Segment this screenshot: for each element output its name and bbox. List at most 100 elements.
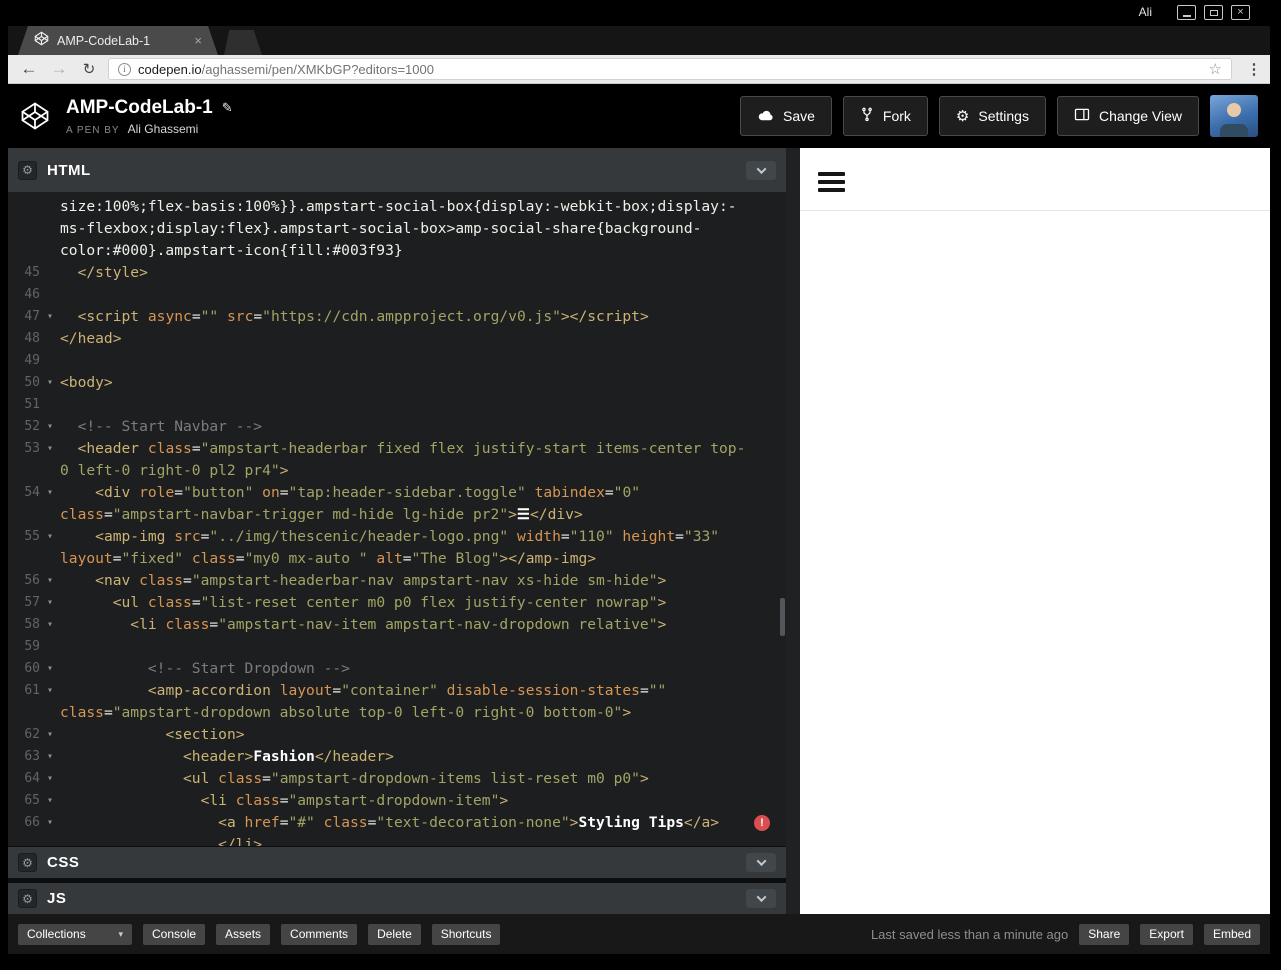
fold-arrow-icon[interactable]: ▾ (40, 658, 60, 680)
code-token: = (183, 572, 192, 589)
code-line[interactable]: 60 ▾ <!-- Start Dropdown --> (8, 658, 786, 680)
window-maximize-button[interactable] (1204, 5, 1223, 20)
fold-arrow-icon[interactable]: ▾ (40, 812, 60, 834)
fold-arrow-icon[interactable]: ▾ (40, 438, 60, 460)
fold-arrow-icon[interactable]: ▾ (40, 372, 60, 394)
error-icon[interactable]: ! (754, 815, 770, 831)
console-button[interactable]: Console (143, 923, 206, 945)
code-line[interactable]: layout="fixed" class="my0 mx-auto " alt=… (8, 548, 786, 570)
preview-hamburger-icon[interactable] (818, 172, 845, 192)
code-line[interactable]: ms-flexbox;display:flex}.ampstart-social… (8, 218, 786, 240)
change-view-button[interactable]: Change View (1056, 96, 1199, 136)
share-button[interactable]: Share (1079, 923, 1130, 945)
code-line[interactable]: 63 ▾ <header>Fashion</header> (8, 746, 786, 768)
code-line[interactable]: 48 </head> (8, 328, 786, 350)
code-line[interactable]: 64 ▾ <ul class="ampstart-dropdown-items l… (8, 768, 786, 790)
fold-arrow-icon[interactable]: ▾ (40, 416, 60, 438)
new-tab-button[interactable] (224, 30, 262, 55)
embed-button[interactable]: Embed (1203, 923, 1260, 945)
comments-button[interactable]: Comments (281, 923, 358, 945)
author-link[interactable]: Ali Ghassemi (128, 122, 199, 136)
panel-resizer[interactable] (786, 148, 800, 914)
code-token: class (218, 770, 263, 787)
fold-arrow-icon[interactable]: ▾ (40, 768, 60, 790)
js-settings-gear-icon[interactable]: ⚙ (18, 889, 37, 908)
forward-icon[interactable]: → (44, 59, 74, 79)
code-line[interactable]: 45 </style> (8, 262, 786, 284)
code-token: color:#000}.ampstart-icon{fill:#003f93} (60, 242, 403, 259)
fold-arrow-icon[interactable]: ▾ (40, 526, 60, 548)
code-line[interactable]: class="ampstart-dropdown absolute top-0 … (8, 702, 786, 724)
code-line[interactable]: 55 ▾ <amp-img src = "../img/thescenic/heade… (8, 526, 786, 548)
fold-arrow-icon[interactable]: ▾ (40, 614, 60, 636)
code-line[interactable]: color:#000}.ampstart-icon{fill:#003f93} (8, 240, 786, 262)
save-button[interactable]: Save (740, 96, 832, 136)
css-collapse-chevron-icon[interactable] (746, 853, 776, 872)
code-line[interactable]: size:100%;flex-basis:100%}}.ampstart-soc… (8, 196, 786, 218)
code-line[interactable]: 58 ▾ <li class="ampstart-nav-item ampstar… (8, 614, 786, 636)
code-line[interactable]: class="ampstart-navbar-trigger md-hide l… (8, 504, 786, 526)
code-line[interactable]: 61 ▾ <amp-accordion layout="container" di… (8, 680, 786, 702)
fold-arrow-icon[interactable]: ▾ (40, 592, 60, 614)
window-close-button[interactable]: × (1231, 5, 1250, 20)
reload-icon[interactable]: ↻ (74, 60, 104, 78)
back-icon[interactable]: ← (14, 59, 44, 79)
info-icon[interactable]: i (118, 62, 131, 76)
html-panel-header[interactable]: ⚙ HTML (8, 148, 786, 192)
fold-arrow-icon[interactable]: ▾ (40, 482, 60, 504)
fold-arrow-icon[interactable]: ▾ (40, 680, 60, 702)
window-minimize-button[interactable] (1177, 5, 1196, 20)
html-settings-gear-icon[interactable]: ⚙ (18, 160, 37, 180)
user-avatar[interactable] (1210, 95, 1258, 137)
css-settings-gear-icon[interactable]: ⚙ (18, 853, 37, 872)
code-line[interactable]: 66 ▾ <a href="#" class="text-decoration-n… (8, 812, 786, 834)
fold-arrow-icon[interactable]: ▾ (40, 570, 60, 592)
assets-button[interactable]: Assets (216, 923, 271, 945)
delete-label: Delete (377, 927, 412, 941)
code-line[interactable]: 52 ▾ <!-- Start Navbar --> (8, 416, 786, 438)
address-bar[interactable]: i codepen.io/aghassemi/pen/XMKbGP?editor… (108, 58, 1232, 80)
tab-close-icon[interactable]: × (194, 33, 202, 48)
browser-tab[interactable]: AMP-CodeLab-1 × (18, 26, 218, 55)
code-line[interactable]: 57 ▾ <ul class="list-reset center m0 p0 f… (8, 592, 786, 614)
js-panel-header[interactable]: ⚙ JS (8, 882, 786, 914)
code-line[interactable]: 56 ▾ <nav class="ampstart-headerbar-nav a… (8, 570, 786, 592)
bookmark-star-icon[interactable]: ☆ (1209, 60, 1222, 78)
code-line[interactable]: 59 (8, 636, 786, 658)
fork-button[interactable]: Fork (842, 96, 928, 136)
line-number: 66 (24, 815, 40, 830)
js-collapse-chevron-icon[interactable] (746, 889, 776, 908)
code-line[interactable]: 46 (8, 284, 786, 306)
code-line[interactable]: </li> (8, 834, 786, 846)
fold-arrow-icon[interactable]: ▾ (40, 306, 60, 328)
editor-scrollbar-thumb[interactable] (780, 598, 785, 636)
settings-button[interactable]: ⚙ Settings (938, 96, 1046, 136)
code-line[interactable]: 47 ▾ <script async="" src="https://cdn.am… (8, 306, 786, 328)
code-line[interactable]: 65 ▾ <li class="ampstart-dropdown-item"> (8, 790, 786, 812)
fold-arrow-icon[interactable]: ▾ (40, 746, 60, 768)
code-line[interactable]: 49 (8, 350, 786, 372)
fold-arrow-icon[interactable]: ▾ (40, 790, 60, 812)
code-line[interactable]: 50 ▾ <body> (8, 372, 786, 394)
css-panel-header[interactable]: ⚙ CSS (8, 846, 786, 878)
fold-arrow-icon[interactable]: ▾ (40, 724, 60, 746)
collections-dropdown[interactable]: Collections ▾ (18, 923, 132, 945)
code-line[interactable]: 62 ▾ <section> (8, 724, 786, 746)
browser-menu-icon[interactable]: ⋮ (1244, 60, 1264, 78)
shortcuts-button[interactable]: Shortcuts (431, 923, 501, 945)
html-collapse-chevron-icon[interactable] (746, 160, 776, 180)
code-line[interactable]: 54 ▾ <div role="button" on="tap:header-si… (8, 482, 786, 504)
html-code-editor[interactable]: size:100%;flex-basis:100%}}.ampstart-soc… (8, 192, 786, 846)
delete-button[interactable]: Delete (368, 923, 421, 945)
code-line[interactable]: 0 left-0 right-0 pl2 pr4"> (8, 460, 786, 482)
code-token: class (60, 704, 104, 721)
code-line[interactable]: 53 ▾ <header class="ampstart-headerbar fi… (8, 438, 786, 460)
preview-pane (800, 148, 1270, 914)
code-token: tabindex (534, 484, 605, 501)
codepen-logo-icon[interactable] (20, 99, 54, 133)
edit-pencil-icon[interactable]: ✎ (222, 100, 233, 116)
export-button[interactable]: Export (1140, 923, 1193, 945)
code-line[interactable]: 51 (8, 394, 786, 416)
